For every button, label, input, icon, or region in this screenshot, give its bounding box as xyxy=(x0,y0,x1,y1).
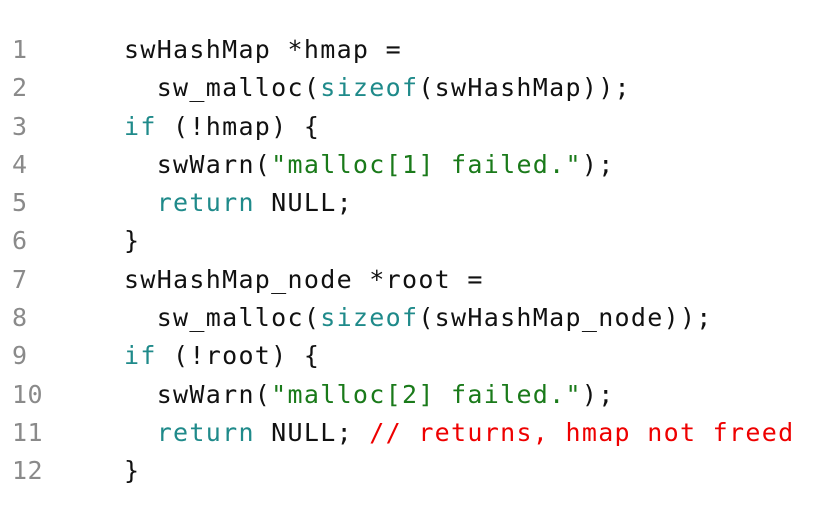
code-token: swHashMap_node *root = xyxy=(124,264,484,294)
code-line: 5 return NULL; xyxy=(0,184,823,222)
line-number: 2 xyxy=(12,73,28,103)
code-line: 11 return NULL; // returns, hmap not fre… xyxy=(0,414,823,452)
code-line: 3 if (!hmap) { xyxy=(0,108,823,146)
line-content: sw_malloc(sizeof(swHashMap_node)); xyxy=(124,299,713,337)
line-content: sw_malloc(sizeof(swHashMap)); xyxy=(124,69,631,107)
keyword-token: sizeof xyxy=(320,303,419,333)
keyword-token: if xyxy=(124,341,157,371)
code-comment: // returns, hmap not freed xyxy=(369,417,795,447)
code-token: (!hmap) { xyxy=(156,111,321,141)
line-content: } xyxy=(124,452,140,490)
code-line: 7 swHashMap_node *root = xyxy=(0,261,823,299)
code-line: 9 if (!root) { xyxy=(0,337,823,375)
line-content: } xyxy=(124,222,140,260)
code-token: (swHashMap_node)); xyxy=(418,303,713,333)
line-number: 8 xyxy=(12,303,28,333)
keyword-token: if xyxy=(124,111,157,141)
code-line: 1 swHashMap *hmap = xyxy=(0,31,823,69)
code-line: 4 swWarn("malloc[1] failed."); xyxy=(0,146,823,184)
line-number: 5 xyxy=(12,188,28,218)
line-number: 11 xyxy=(12,417,44,447)
code-token: (swHashMap)); xyxy=(418,73,631,103)
line-number: 4 xyxy=(12,149,28,179)
line-number: 12 xyxy=(12,456,44,486)
code-token: sw_malloc( xyxy=(156,303,321,333)
keyword-token: return xyxy=(156,188,255,218)
line-content: return NULL; xyxy=(124,184,353,222)
line-content: if (!root) { xyxy=(124,337,320,375)
line-content: swWarn("malloc[2] failed."); xyxy=(124,376,615,414)
keyword-token: sizeof xyxy=(320,73,419,103)
line-content: return NULL; // returns, hmap not freed xyxy=(124,414,794,452)
string-literal: "malloc[1] failed." xyxy=(271,149,582,179)
code-line: 8 sw_malloc(sizeof(swHashMap_node)); xyxy=(0,299,823,337)
code-token: swHashMap *hmap = xyxy=(124,35,402,64)
line-content: swHashMap_node *root = xyxy=(124,261,484,299)
line-number: 3 xyxy=(12,111,28,141)
code-token: ); xyxy=(581,149,615,179)
line-content: swWarn("malloc[1] failed."); xyxy=(124,146,615,184)
code-token: sw_malloc( xyxy=(156,73,321,103)
string-literal: "malloc[2] failed." xyxy=(271,379,582,409)
code-listing: 1 swHashMap *hmap = 2 sw_malloc(sizeof(swH… xyxy=(0,31,823,491)
code-line: 10 swWarn("malloc[2] failed."); xyxy=(0,376,823,414)
code-token: NULL; xyxy=(254,417,370,447)
line-number: 7 xyxy=(12,264,28,294)
line-content: if (!hmap) { xyxy=(124,108,320,146)
code-token: ); xyxy=(581,379,615,409)
code-token: } xyxy=(124,226,141,256)
code-line: 12} xyxy=(0,452,823,490)
line-number: 10 xyxy=(12,379,44,409)
code-token: swWarn( xyxy=(156,149,272,179)
code-token: } xyxy=(124,456,141,486)
line-content: swHashMap *hmap = xyxy=(124,31,402,69)
code-token: swWarn( xyxy=(156,379,272,409)
code-line: 6} xyxy=(0,222,823,260)
code-token: (!root) { xyxy=(156,341,321,371)
line-number: 6 xyxy=(12,226,28,256)
code-line: 2 sw_malloc(sizeof(swHashMap)); xyxy=(0,69,823,107)
code-token: NULL; xyxy=(254,188,353,218)
line-number: 1 xyxy=(12,35,28,64)
keyword-token: return xyxy=(156,417,255,447)
line-number: 9 xyxy=(12,341,28,371)
